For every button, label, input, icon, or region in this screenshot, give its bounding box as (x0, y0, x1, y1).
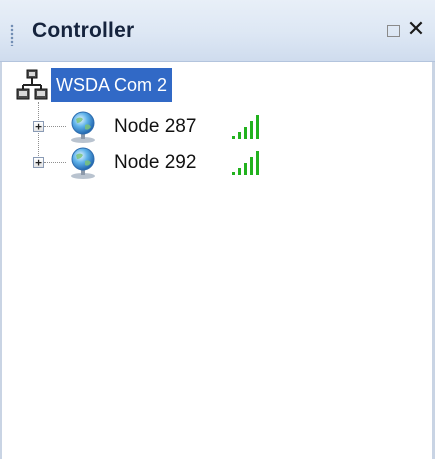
tree-node-item[interactable]: + Node 292 (28, 146, 288, 180)
tree-root-label[interactable]: WSDA Com 2 (51, 68, 173, 102)
globe-node-icon (71, 111, 95, 143)
signal-strength-icon (232, 115, 259, 139)
tree-root-item[interactable]: WSDA Com 2 (16, 68, 173, 102)
expand-toggle-icon[interactable]: + (33, 121, 44, 132)
signal-strength-icon (232, 151, 259, 175)
close-button[interactable]: ✕ (404, 17, 428, 43)
tree-node-item[interactable]: + Node 287 (28, 110, 288, 144)
tree-branch-line (44, 162, 66, 163)
restore-window-icon (386, 25, 400, 37)
globe-node-icon (71, 147, 95, 179)
node-label[interactable]: Node 287 (114, 110, 196, 144)
controller-panel: Controller ✕ WSDA Com 2 + Node 287 + Nod… (0, 0, 435, 459)
drag-grip-icon[interactable] (10, 24, 14, 46)
panel-titlebar[interactable]: Controller ✕ (0, 0, 435, 62)
tree-branch-line (44, 126, 66, 127)
panel-title: Controller (32, 19, 135, 42)
device-tree[interactable]: WSDA Com 2 + Node 287 + Node 292 (0, 62, 430, 459)
expand-toggle-icon[interactable]: + (33, 157, 44, 168)
network-icon (16, 69, 48, 100)
node-label[interactable]: Node 292 (114, 146, 196, 180)
restore-button[interactable] (384, 22, 402, 40)
